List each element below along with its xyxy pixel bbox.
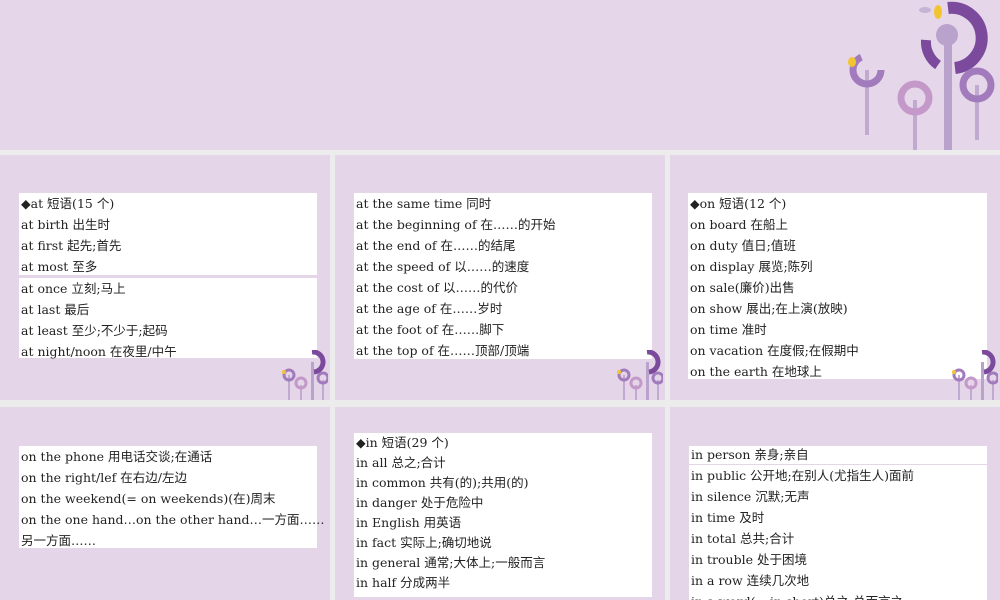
phrase: on duty 值日;值班: [690, 238, 796, 253]
phrase: on display 展览;陈列: [690, 259, 813, 274]
phrase: at first 起先;首先: [21, 238, 122, 253]
phrase: in half 分成两半: [356, 575, 451, 590]
heading: ◆on 短语(12 个): [690, 196, 787, 211]
heading: ◆at 短语(15 个): [21, 196, 115, 211]
phrase: on the one hand…on the other hand…一方面……: [21, 512, 325, 527]
flower-decoration-icon: [848, 1, 995, 150]
slide-2: at the same time 同时 at the beginning of …: [335, 155, 665, 400]
text-box: at the same time 同时 at the beginning of …: [354, 193, 652, 359]
phrase: in danger 处于危险中: [356, 495, 484, 510]
phrase: in English 用英语: [356, 515, 462, 530]
phrase: at once 立刻;马上: [21, 281, 126, 296]
text-box: in person 亲身;亲自: [689, 446, 987, 464]
slide-3: ◆on 短语(12 个) on board 在船上 on duty 值日;值班 …: [670, 155, 1000, 400]
phrase: on sale(廉价)出售: [690, 280, 795, 295]
phrase: on time 准时: [690, 322, 767, 337]
text-box: ◆on 短语(12 个) on board 在船上 on duty 值日;值班 …: [688, 193, 987, 379]
phrase: on show 展出;在上演(放映): [690, 301, 848, 316]
phrase: 另一方面……: [21, 533, 97, 548]
flower-decoration-icon: [617, 350, 663, 400]
phrase: at the foot of 在……脚下: [356, 322, 505, 337]
text-box: ◆at 短语(15 个) at birth 出生时 at first 起先;首先…: [19, 193, 317, 275]
slide-4: on the phone 用电话交谈;在通话 on the right/lef …: [0, 407, 330, 600]
phrase: on the earth 在地球上: [690, 364, 822, 379]
phrase: at least 至少;不少于;起码: [21, 323, 168, 338]
phrase: at the speed of 以……的速度: [356, 259, 530, 274]
phrase: in person 亲身;亲自: [691, 447, 809, 462]
phrase: on the weekend(= on weekends)(在)周末: [21, 491, 276, 506]
phrase: in general 通常;大体上;一般而言: [356, 555, 546, 570]
phrase: in public 公开地;在别人(尤指生人)面前: [691, 468, 915, 483]
title-banner: [0, 0, 1000, 150]
phrase: at the cost of 以……的代价: [356, 280, 518, 295]
text-box: on the phone 用电话交谈;在通话 on the right/lef …: [19, 446, 325, 548]
phrase: at night/noon 在夜里/中午: [21, 344, 177, 359]
phrase: at last 最后: [21, 302, 90, 317]
phrase: on board 在船上: [690, 217, 788, 232]
phrase: at the end of 在……的结尾: [356, 238, 516, 253]
phrase: at most 至多: [21, 259, 98, 274]
text-box: in public 公开地;在别人(尤指生人)面前 in silence 沉默;…: [689, 465, 987, 600]
phrase: in common 共有(的);共用(的): [356, 475, 529, 490]
phrase: on the right/lef 在右边/左边: [21, 470, 187, 485]
phrase: at the top of 在……顶部/顶端: [356, 343, 530, 358]
phrase: in all 总之;合计: [356, 455, 446, 470]
phrase: in a word(= in short)总之;总而言之: [689, 591, 987, 600]
phrase: in time 及时: [691, 510, 765, 525]
text-box: ◆in 短语(29 个) in all 总之;合计 in common 共有(的…: [354, 433, 652, 597]
phrase: at the same time 同时: [356, 196, 492, 211]
slide-6: in person 亲身;亲自 in public 公开地;在别人(尤指生人)面…: [670, 407, 1000, 600]
flower-decoration-icon: [952, 350, 998, 400]
phrase: on the phone 用电话交谈;在通话: [21, 449, 213, 464]
flower-decoration-icon: [282, 350, 328, 400]
slide-5: ◆in 短语(29 个) in all 总之;合计 in common 共有(的…: [335, 407, 665, 600]
phrase: in silence 沉默;无声: [691, 489, 810, 504]
phrase: in total 总共;合计: [691, 531, 795, 546]
phrase: at the beginning of 在……的开始: [356, 217, 556, 232]
slide-1: ◆at 短语(15 个) at birth 出生时 at first 起先;首先…: [0, 155, 330, 400]
phrase: on vacation 在度假;在假期中: [690, 343, 859, 358]
phrase: in trouble 处于困境: [691, 552, 807, 567]
text-box: at once 立刻;马上 at last 最后 at least 至少;不少于…: [19, 278, 317, 359]
heading: ◆in 短语(29 个): [356, 435, 449, 450]
phrase: at the age of 在……岁时: [356, 301, 503, 316]
phrase: in fact 实际上;确切地说: [356, 535, 492, 550]
phrase: at birth 出生时: [21, 217, 110, 232]
phrase: in a row 连续几次地: [691, 573, 810, 588]
